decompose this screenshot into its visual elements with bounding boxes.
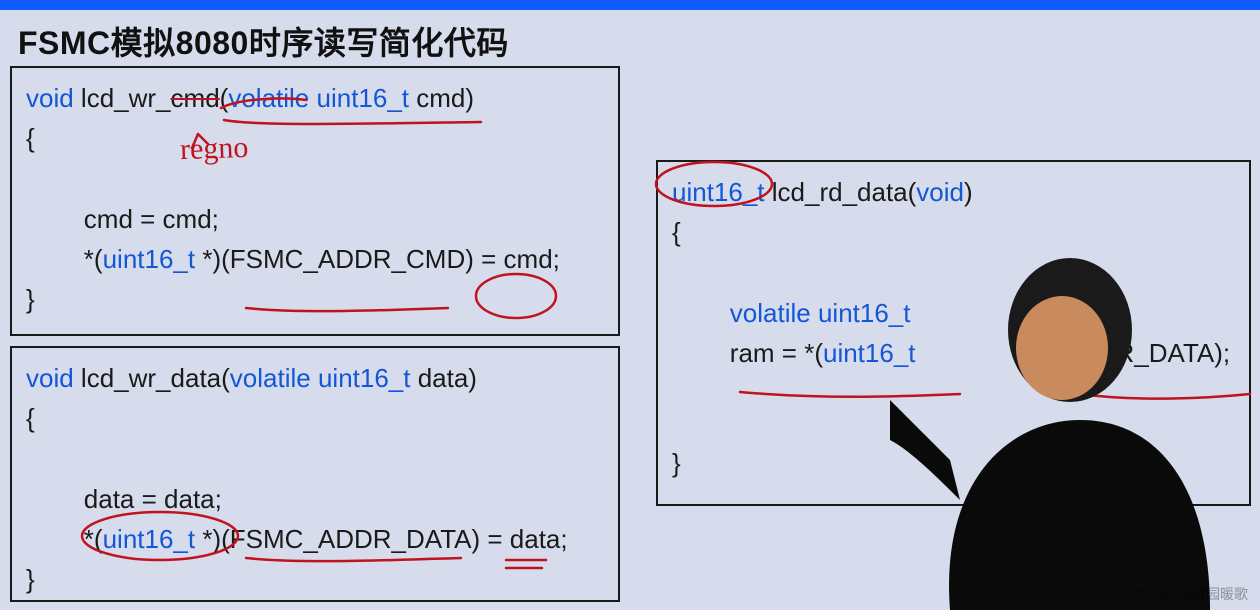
top-accent-bar bbox=[0, 0, 1260, 10]
l2b: *)(FSMC_ADDR_DATA) = data; bbox=[195, 524, 568, 554]
kw-void: void bbox=[26, 83, 74, 113]
fn-name: lcd_wr_data( bbox=[74, 363, 230, 393]
blank-line bbox=[26, 159, 604, 199]
paren-close: ) bbox=[964, 177, 973, 207]
code-box-lcd-wr-cmd: void lcd_wr_cmd(volatile uint16_t cmd) {… bbox=[10, 66, 620, 336]
box2-signature: void lcd_wr_data(volatile uint16_t data) bbox=[26, 358, 604, 398]
box1-signature: void lcd_wr_cmd(volatile uint16_t cmd) bbox=[26, 78, 604, 118]
kw-void: void bbox=[916, 177, 964, 207]
kw-volatile: volatile bbox=[730, 298, 811, 328]
l2a: *( bbox=[26, 244, 103, 274]
l2-type: uint16_t bbox=[103, 244, 196, 274]
box2-line1: data = data; bbox=[26, 479, 604, 519]
brace-open: { bbox=[26, 398, 604, 438]
param: data) bbox=[410, 363, 477, 393]
presenter-face bbox=[1016, 296, 1108, 400]
struck-cmd: cmd bbox=[171, 83, 220, 113]
box2-line2: *(uint16_t *)(FSMC_ADDR_DATA) = data; bbox=[26, 519, 604, 559]
brace-close: } bbox=[26, 279, 604, 319]
l2-cmd: cmd bbox=[504, 244, 553, 274]
presenter-body bbox=[949, 420, 1210, 610]
presenter-figure bbox=[890, 230, 1220, 610]
kw-uint16: uint16_t bbox=[317, 83, 410, 113]
code-box-lcd-wr-data: void lcd_wr_data(volatile uint16_t data)… bbox=[10, 346, 620, 602]
fn-name: lcd_wr_ bbox=[74, 83, 171, 113]
presenter-arm bbox=[890, 400, 960, 500]
kw-void: void bbox=[26, 363, 74, 393]
kw-volatile: volatile bbox=[230, 363, 311, 393]
l2b: *)(FSMC_ADDR_CMD) = bbox=[195, 244, 503, 274]
box1-line1: cmd = cmd; bbox=[26, 199, 604, 239]
brace-close: } bbox=[26, 559, 604, 599]
box3-signature: uint16_t lcd_rd_data(void) bbox=[672, 172, 1235, 212]
brace-open: { bbox=[26, 118, 604, 158]
box1-line2: *(uint16_t *)(FSMC_ADDR_CMD) = cmd; bbox=[26, 239, 604, 279]
param: cmd) bbox=[409, 83, 474, 113]
l1a bbox=[672, 298, 730, 328]
kw-uint16: uint16_t bbox=[672, 177, 765, 207]
l2c: ; bbox=[553, 244, 560, 274]
page-title: FSMC模拟8080时序读写简化代码 bbox=[18, 18, 509, 64]
space bbox=[811, 298, 818, 328]
space bbox=[311, 363, 318, 393]
space bbox=[309, 83, 316, 113]
footer-watermark: CSDN @清园暖歌 bbox=[1134, 584, 1248, 604]
l2a: ram = *( bbox=[672, 338, 823, 368]
l2a: *( bbox=[26, 524, 103, 554]
blank-line bbox=[26, 439, 604, 479]
kw-volatile: volatile bbox=[228, 83, 309, 113]
fn-name: lcd_rd_data( bbox=[765, 177, 917, 207]
handwriting-regno: regno bbox=[179, 131, 248, 167]
l2-type: uint16_t bbox=[103, 524, 196, 554]
kw-uint16: uint16_t bbox=[318, 363, 411, 393]
